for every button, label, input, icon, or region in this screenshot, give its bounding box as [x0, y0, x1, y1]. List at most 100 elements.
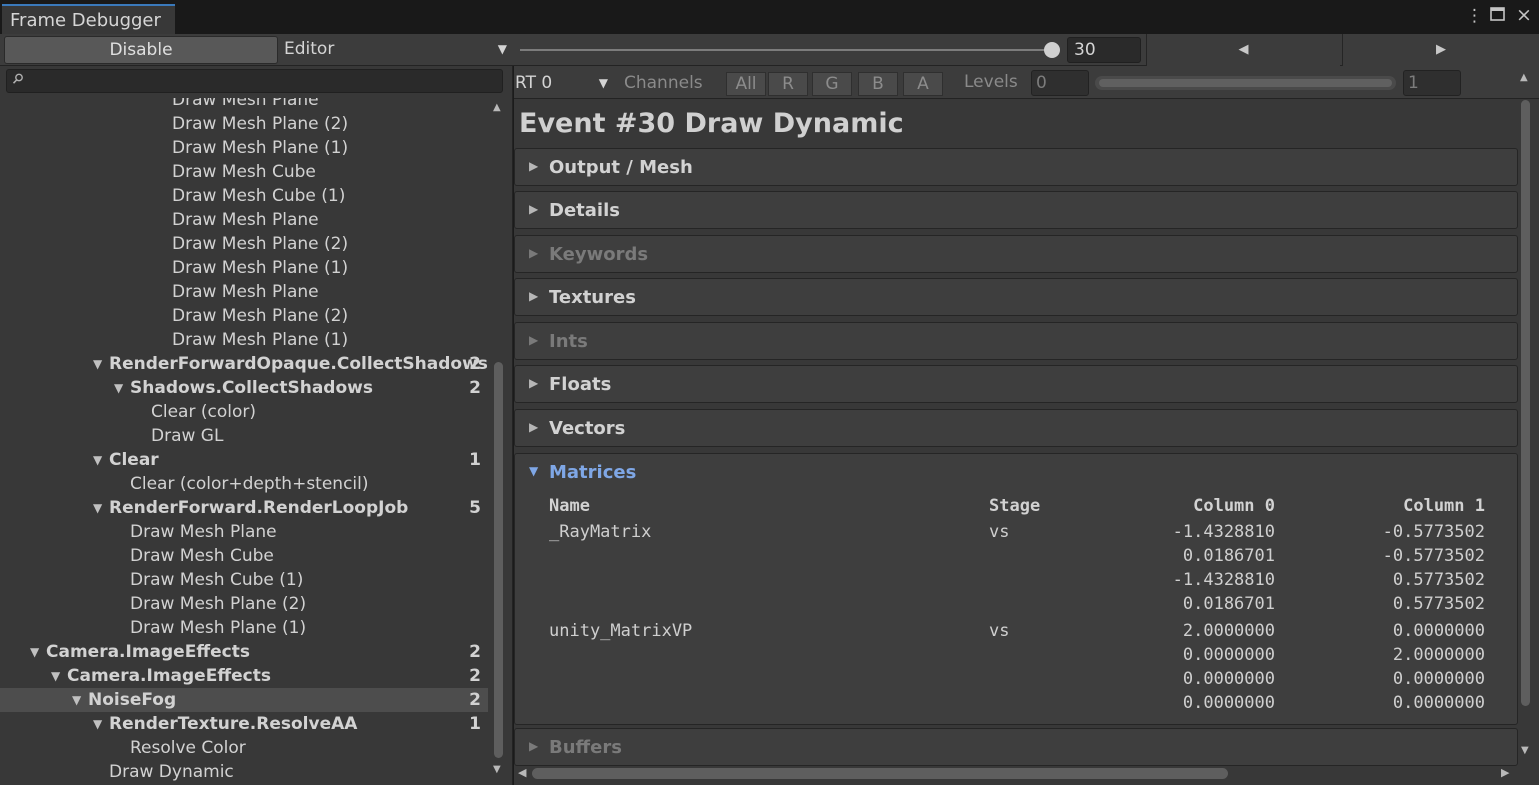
search-icon [12, 73, 24, 88]
tree-item[interactable]: Resolve Color [0, 736, 488, 760]
matrix-value: 0.0186701 [1182, 594, 1275, 614]
event-slider-track[interactable] [520, 49, 1052, 51]
tree-item-label: Draw Mesh Plane (1) [172, 330, 349, 350]
matrix-value: 0.0186701 [1182, 546, 1275, 566]
levels-range-fill[interactable] [1099, 79, 1392, 87]
section-output-mesh[interactable]: ▶ Output / Mesh [514, 148, 1518, 186]
tree-item[interactable]: Draw Mesh Plane [0, 98, 488, 112]
tree-item[interactable]: Draw Mesh Plane (2) [0, 592, 488, 616]
tree-item[interactable]: ▼ RenderTexture.ResolveAA 1 [0, 712, 488, 736]
event-slider-handle[interactable] [1044, 42, 1060, 58]
tree-item[interactable]: ▼ NoiseFog 2 [0, 688, 488, 712]
tree-item[interactable]: Draw Dynamic [0, 760, 488, 784]
triangle-down-icon[interactable]: ▼ [93, 352, 102, 376]
details-scrollbar[interactable]: ▼ [1520, 100, 1539, 785]
section-textures[interactable]: ▶ Textures [514, 278, 1518, 316]
matrix-stage: vs [989, 621, 1010, 641]
tree-item[interactable]: Draw Mesh Plane (2) [0, 112, 488, 136]
tree-scrollbar-thumb[interactable] [494, 362, 503, 758]
tree-item[interactable]: Draw Mesh Plane [0, 208, 488, 232]
tree-item[interactable]: Draw Mesh Plane (1) [0, 136, 488, 160]
scroll-right-icon[interactable]: ▶ [1501, 766, 1509, 779]
levels-range-slider[interactable] [1095, 76, 1396, 90]
tree-item[interactable]: Draw GL [0, 424, 488, 448]
tree-item[interactable]: Clear (color+depth+stencil) [0, 472, 488, 496]
tree-item-label: Clear (color) [151, 402, 256, 422]
triangle-down-icon[interactable]: ▼ [51, 664, 60, 688]
channel-a-button[interactable]: A [903, 72, 943, 96]
horizontal-scrollbar-thumb[interactable] [532, 768, 1228, 779]
triangle-down-icon[interactable]: ▼ [93, 712, 102, 736]
frame-debugger-toolbar: Disable Editor ▼ 30 ◀ ▶ [0, 34, 1539, 66]
channel-r-button[interactable]: R [768, 72, 808, 96]
tree-item-label: Draw Mesh Plane (1) [172, 258, 349, 278]
levels-max-field[interactable]: 1 [1403, 70, 1461, 96]
close-icon[interactable]: × [1516, 4, 1532, 26]
section-label: Matrices [549, 462, 637, 483]
section-keywords[interactable]: ▶ Keywords [514, 235, 1518, 273]
tree-item[interactable]: Draw Mesh Plane (1) [0, 328, 488, 352]
tree-item[interactable]: Clear (color) [0, 400, 488, 424]
disable-button[interactable]: Disable [4, 36, 278, 64]
tree-item-count: 1 [469, 714, 481, 734]
tree-item[interactable]: ▼ RenderForwardOpaque.CollectShadows 2 [0, 352, 488, 376]
next-event-button[interactable]: ▶ [1342, 34, 1539, 66]
tree-item-count: 5 [469, 498, 481, 518]
triangle-right-icon: ▶ [529, 420, 539, 434]
section-label: Details [549, 200, 620, 221]
search-input[interactable] [6, 69, 503, 93]
section-label: Floats [549, 374, 612, 395]
channel-b-button[interactable]: B [858, 72, 898, 96]
tree-item[interactable]: Draw Mesh Plane (2) [0, 232, 488, 256]
scroll-up-icon[interactable]: ▲ [493, 102, 501, 113]
tree-item[interactable]: Draw Mesh Cube (1) [0, 184, 488, 208]
tree-item[interactable]: Draw Mesh Cube (1) [0, 568, 488, 592]
kebab-menu-icon[interactable]: ⋮ [1466, 6, 1483, 26]
tree-item[interactable]: Draw Mesh Plane (1) [0, 616, 488, 640]
section-buffers[interactable]: ▶ Buffers [514, 728, 1518, 766]
section-floats[interactable]: ▶ Floats [514, 365, 1518, 403]
frame-debugger-tab[interactable]: Frame Debugger [2, 4, 175, 34]
tree-item[interactable]: Draw Mesh Cube [0, 544, 488, 568]
tree-item-label: Draw Mesh Plane (1) [130, 618, 307, 638]
section-ints[interactable]: ▶ Ints [514, 322, 1518, 360]
scroll-up-icon[interactable]: ▲ [1520, 72, 1528, 83]
tree-item[interactable]: Draw Mesh Plane (2) [0, 304, 488, 328]
tree-scrollbar[interactable]: ▲ ▼ [489, 98, 511, 785]
triangle-down-icon[interactable]: ▼ [114, 376, 123, 400]
scroll-down-icon[interactable]: ▼ [1521, 745, 1529, 756]
tree-item[interactable]: Draw Mesh Plane (1) [0, 256, 488, 280]
section-label: Textures [549, 287, 636, 308]
render-target-dropdown[interactable]: RT 0 ▼ [514, 69, 610, 97]
channel-g-button[interactable]: G [812, 72, 852, 96]
details-scrollbar-thumb[interactable] [1521, 100, 1530, 706]
section-vectors[interactable]: ▶ Vectors [514, 409, 1518, 447]
levels-min-field[interactable]: 0 [1031, 70, 1089, 96]
triangle-down-icon[interactable]: ▼ [30, 640, 39, 664]
tree-item[interactable]: Draw Mesh Plane [0, 520, 488, 544]
triangle-right-icon: ▶ [529, 333, 539, 347]
triangle-down-icon[interactable]: ▼ [93, 448, 102, 472]
previous-event-button[interactable]: ◀ [1146, 34, 1340, 66]
tree-item[interactable]: Draw Mesh Plane [0, 280, 488, 304]
tree-item-label: Draw Mesh Cube [172, 162, 316, 182]
triangle-down-icon[interactable]: ▼ [93, 496, 102, 520]
details-horizontal-scrollbar[interactable]: ◀ ▶ [514, 765, 1520, 785]
tree-item[interactable]: ▼ Clear 1 [0, 448, 488, 472]
event-index-field[interactable]: 30 [1067, 37, 1141, 63]
section-matrices[interactable]: ▼ Matrices Name Stage Column 0 Column 1 … [514, 453, 1518, 725]
scroll-down-icon[interactable]: ▼ [493, 764, 501, 775]
tree-item[interactable]: ▼ Camera.ImageEffects 2 [0, 640, 488, 664]
target-dropdown[interactable]: Editor ▼ [279, 36, 513, 64]
tree-item[interactable]: ▼ Shadows.CollectShadows 2 [0, 376, 488, 400]
triangle-down-icon[interactable]: ▼ [72, 688, 81, 712]
tree-item[interactable]: Draw Mesh Cube [0, 160, 488, 184]
tree-item[interactable]: ▼ RenderForward.RenderLoopJob 5 [0, 496, 488, 520]
maximize-icon[interactable] [1490, 6, 1505, 26]
matrix-value: 0.5773502 [1392, 594, 1485, 614]
tree-item[interactable]: ▼ Camera.ImageEffects 2 [0, 664, 488, 688]
channel-all-button[interactable]: All [726, 72, 766, 96]
section-details[interactable]: ▶ Details [514, 191, 1518, 229]
scroll-left-icon[interactable]: ◀ [518, 766, 526, 779]
tree-item-label: NoiseFog [88, 690, 177, 710]
